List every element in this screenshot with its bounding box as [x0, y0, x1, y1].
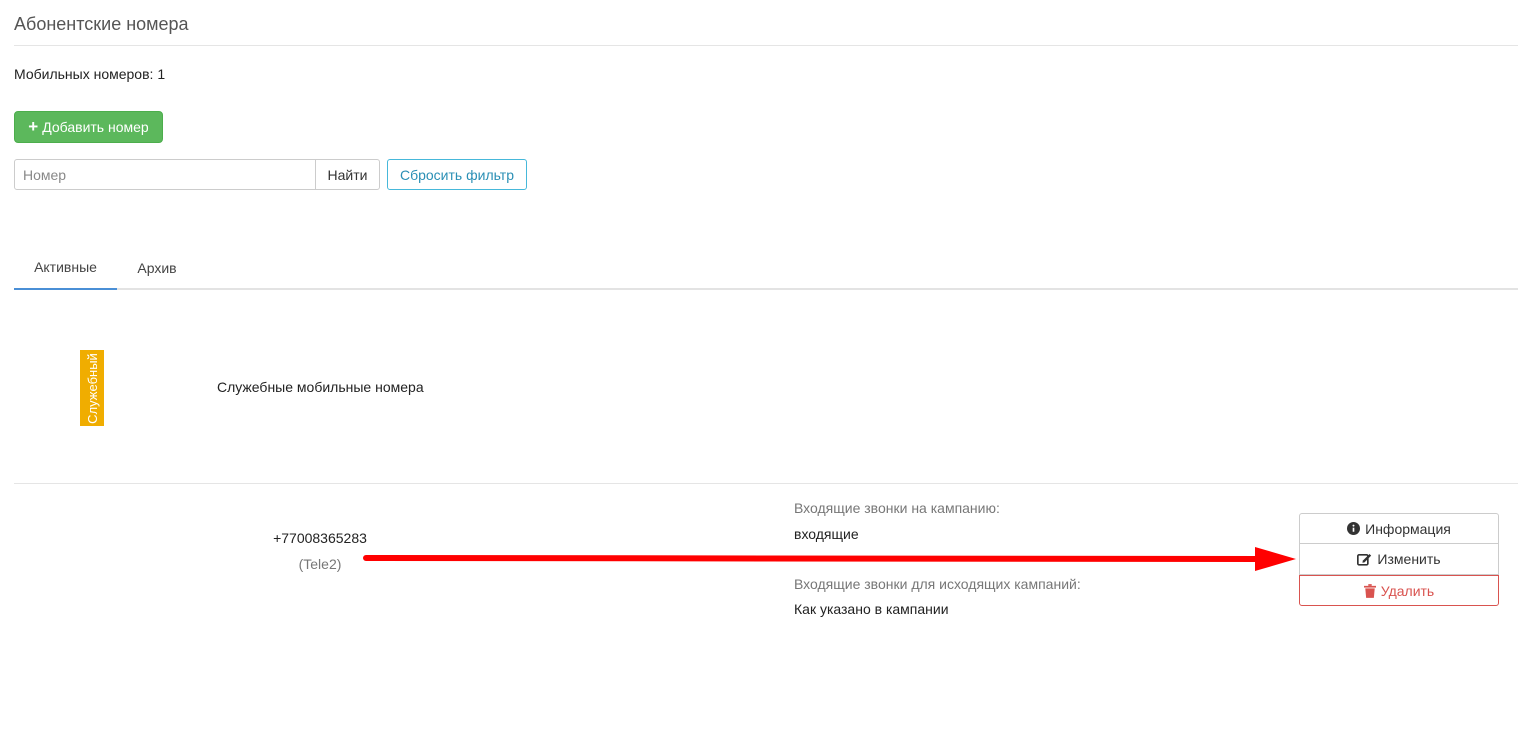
- edit-icon: [1357, 552, 1372, 566]
- delete-button[interactable]: Удалить: [1299, 575, 1499, 606]
- edit-button-label: Изменить: [1377, 551, 1441, 567]
- edit-button[interactable]: Изменить: [1299, 544, 1499, 575]
- delete-button-label: Удалить: [1380, 582, 1435, 599]
- trash-icon: [1363, 583, 1376, 598]
- info-button[interactable]: Информация: [1299, 513, 1499, 544]
- row-actions: Информация Изменить Удалить: [1299, 513, 1499, 606]
- info-circle-icon: [1347, 522, 1361, 535]
- annotation-arrow: [363, 547, 1296, 571]
- info-button-label: Информация: [1365, 520, 1451, 537]
